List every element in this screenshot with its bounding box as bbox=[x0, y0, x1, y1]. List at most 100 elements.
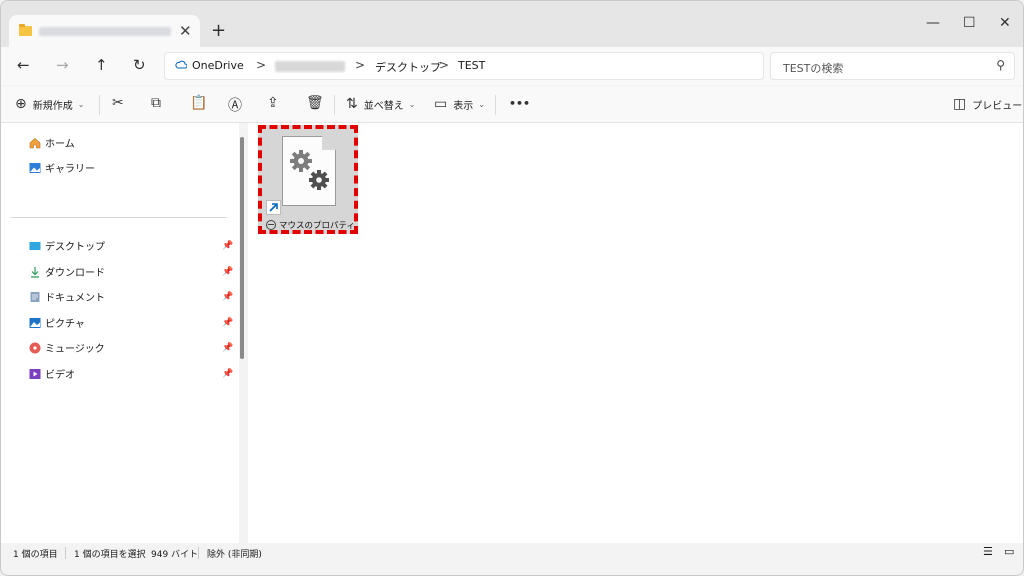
sort-icon: ⇅ bbox=[346, 96, 358, 112]
divider bbox=[495, 95, 496, 115]
up-button[interactable]: ↑ bbox=[95, 56, 108, 74]
forward-button[interactable]: → bbox=[56, 56, 69, 74]
rename-icon[interactable]: Ⓐ bbox=[228, 95, 242, 115]
sidebar-scrollbar[interactable] bbox=[239, 123, 247, 543]
pin-icon[interactable]: 📌 bbox=[222, 343, 233, 353]
item-count: 1 個の項目 bbox=[13, 550, 58, 560]
pictures-icon bbox=[29, 317, 41, 328]
tab-bar: ✕ + — ☐ ✕ bbox=[1, 1, 1023, 47]
status-bar: 1 個の項目 1 個の項目を選択 949 バイト 除外 (非同期) ☰ ▭ bbox=[1, 543, 1023, 575]
file-name-text: マウスのプロパティ bbox=[279, 221, 355, 231]
divider bbox=[99, 95, 100, 115]
copy-icon[interactable]: ⧉ bbox=[151, 95, 161, 111]
back-button[interactable]: ← bbox=[17, 56, 30, 74]
file-item[interactable]: マウスのプロパティ bbox=[258, 125, 358, 234]
details-view-icon[interactable]: ☰ bbox=[983, 545, 993, 558]
desktop-icon bbox=[29, 241, 41, 250]
onedrive-cloud-icon bbox=[175, 60, 187, 69]
video-icon bbox=[29, 368, 41, 379]
new-tab-button[interactable]: + bbox=[211, 22, 226, 40]
file-list-area: マウスのプロパティ bbox=[248, 123, 1023, 543]
preview-button-label: プレビュー bbox=[972, 100, 1023, 112]
gallery-icon bbox=[29, 162, 41, 173]
music-icon bbox=[29, 342, 41, 353]
gears-icon bbox=[290, 150, 329, 190]
pin-icon[interactable]: 📌 bbox=[222, 292, 233, 302]
sort-button[interactable]: ⇅ 並べ替え ⌄ bbox=[346, 96, 415, 112]
refresh-button[interactable]: ↻ bbox=[133, 56, 146, 74]
sidebar-item-label: ダウンロード bbox=[45, 268, 105, 279]
sidebar-item-home[interactable]: ホーム bbox=[29, 135, 75, 150]
divider bbox=[334, 95, 335, 115]
breadcrumb-desktop[interactable]: デスクトップ bbox=[375, 59, 441, 75]
sidebar-item-documents[interactable]: ドキュメント 📌 bbox=[29, 289, 233, 304]
search-box[interactable]: TESTの検索 ⚲ bbox=[770, 52, 1015, 80]
breadcrumb-separator[interactable]: > bbox=[256, 58, 266, 72]
breadcrumb-separator[interactable]: > bbox=[355, 58, 365, 72]
settings-file-icon bbox=[282, 136, 336, 206]
download-icon bbox=[31, 266, 39, 278]
tab-title-redacted bbox=[39, 27, 171, 36]
sidebar-item-label: ギャラリー bbox=[45, 164, 95, 175]
address-bar[interactable]: OneDrive > > デスクトップ > TEST bbox=[164, 52, 764, 80]
delete-icon[interactable]: 🗑 bbox=[306, 95, 324, 111]
preview-pane-button[interactable]: ◫ プレビュー bbox=[953, 96, 1022, 112]
command-bar: ⊕ 新規作成 ⌄ ✂ ⧉ 📋 Ⓐ ⇪ 🗑 ⇅ 並べ替え ⌄ ▭ 表示 ⌄ •••… bbox=[1, 86, 1023, 123]
sort-button-label: 並べ替え bbox=[363, 100, 404, 112]
sidebar-item-label: ミュージック bbox=[45, 344, 105, 355]
navigation-pane: ホーム ギャラリー デスクトップ 📌 ダウンロード 📌 ドキュメント 📌 ピクチ… bbox=[1, 123, 239, 543]
pin-icon[interactable]: 📌 bbox=[222, 369, 233, 379]
breadcrumb-test[interactable]: TEST bbox=[458, 59, 485, 72]
breadcrumb-separator[interactable]: > bbox=[439, 58, 449, 72]
home-icon bbox=[29, 137, 41, 148]
view-button-label: 表示 bbox=[453, 100, 474, 112]
file-name: マウスのプロパティ bbox=[266, 219, 355, 231]
pin-icon[interactable]: 📌 bbox=[222, 267, 233, 277]
more-options-button[interactable]: ••• bbox=[509, 97, 530, 110]
paste-icon[interactable]: 📋 bbox=[190, 95, 207, 111]
scrollbar-thumb[interactable] bbox=[240, 137, 244, 359]
sidebar-item-label: ドキュメント bbox=[45, 293, 105, 304]
new-button[interactable]: ⊕ 新規作成 ⌄ bbox=[15, 96, 84, 112]
sidebar-item-videos[interactable]: ビデオ 📌 bbox=[29, 366, 233, 381]
tab-current-folder[interactable]: ✕ bbox=[9, 15, 200, 47]
pin-icon[interactable]: 📌 bbox=[222, 241, 233, 251]
tab-close-icon[interactable]: ✕ bbox=[179, 22, 192, 40]
sidebar-divider bbox=[11, 217, 227, 218]
minimize-button[interactable]: — bbox=[926, 15, 940, 31]
tiles-view-icon[interactable]: ▭ bbox=[1004, 545, 1014, 558]
sidebar-item-label: ピクチャ bbox=[45, 319, 85, 330]
share-icon[interactable]: ⇪ bbox=[267, 95, 279, 111]
divider bbox=[198, 547, 199, 559]
file-explorer-window: ✕ + — ☐ ✕ ← → ↑ ↻ OneDrive > > デスクトップ > … bbox=[0, 0, 1024, 576]
search-icon[interactable]: ⚲ bbox=[996, 58, 1005, 72]
sidebar-item-label: ビデオ bbox=[45, 370, 75, 381]
shortcut-arrow-icon bbox=[266, 200, 281, 215]
chevron-down-icon: ⌄ bbox=[408, 99, 416, 109]
chevron-down-icon: ⌄ bbox=[77, 99, 85, 109]
navigation-bar: ← → ↑ ↻ OneDrive > > デスクトップ > TEST TESTの… bbox=[1, 47, 1023, 85]
sidebar-item-pictures[interactable]: ピクチャ 📌 bbox=[29, 315, 233, 330]
plus-circle-icon: ⊕ bbox=[15, 96, 27, 112]
close-window-button[interactable]: ✕ bbox=[999, 15, 1011, 31]
sidebar-item-gallery[interactable]: ギャラリー bbox=[29, 160, 95, 175]
sync-status: 除外 (非同期) bbox=[207, 550, 262, 560]
preview-pane-icon: ◫ bbox=[953, 96, 967, 112]
document-icon bbox=[30, 291, 40, 302]
sidebar-item-label: ホーム bbox=[45, 139, 75, 150]
view-icon: ▭ bbox=[434, 96, 448, 112]
chevron-down-icon: ⌄ bbox=[478, 99, 485, 109]
maximize-button[interactable]: ☐ bbox=[963, 15, 976, 31]
sidebar-item-downloads[interactable]: ダウンロード 📌 bbox=[29, 264, 233, 279]
folder-icon bbox=[19, 24, 32, 36]
sidebar-item-label: デスクトップ bbox=[45, 242, 105, 253]
cut-icon[interactable]: ✂ bbox=[112, 95, 124, 111]
breadcrumb-redacted[interactable] bbox=[275, 61, 345, 72]
view-button[interactable]: ▭ 表示 ⌄ bbox=[434, 96, 485, 112]
breadcrumb-onedrive[interactable]: OneDrive bbox=[192, 59, 244, 72]
sidebar-item-music[interactable]: ミュージック 📌 bbox=[29, 340, 233, 355]
sidebar-item-desktop[interactable]: デスクトップ 📌 bbox=[29, 238, 233, 253]
new-button-label: 新規作成 bbox=[32, 100, 73, 112]
selection-size: 949 バイト bbox=[151, 550, 199, 560]
pin-icon[interactable]: 📌 bbox=[222, 318, 233, 328]
